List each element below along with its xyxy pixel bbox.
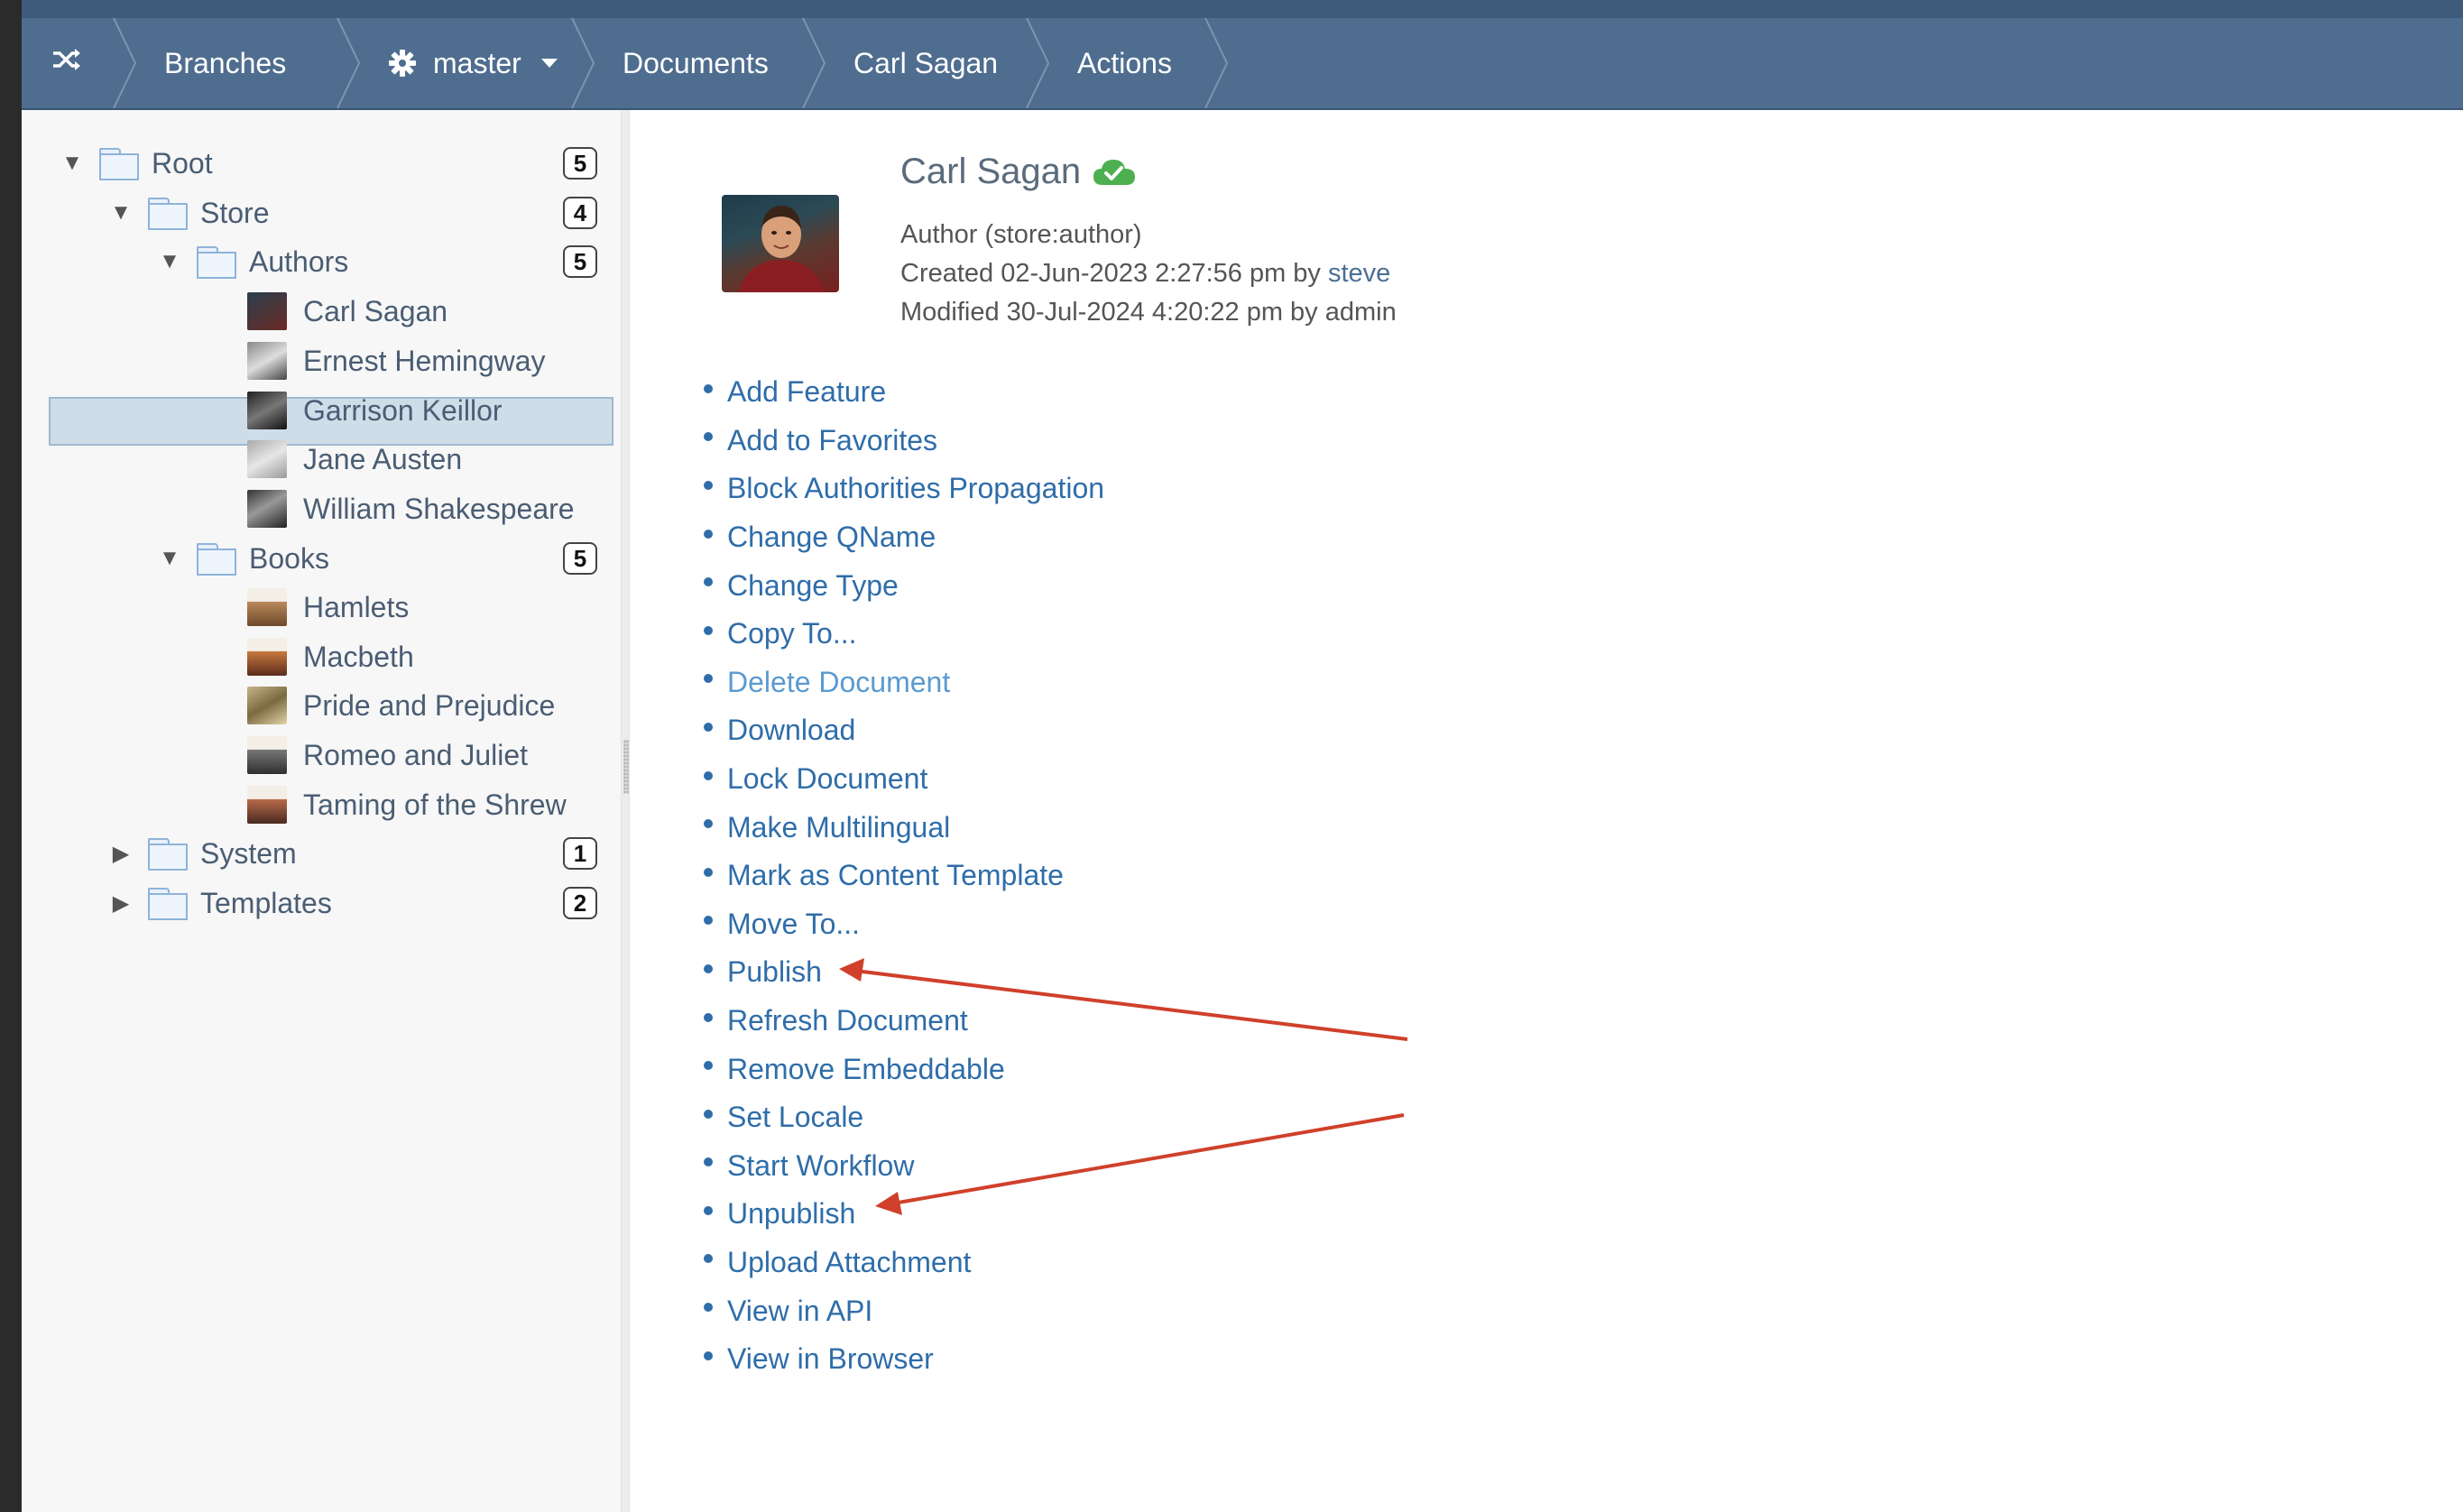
arrow-to-unpublish [875, 1113, 1405, 1215]
arrow-to-publish [839, 958, 1408, 1041]
annotation-arrows [839, 958, 1408, 1215]
